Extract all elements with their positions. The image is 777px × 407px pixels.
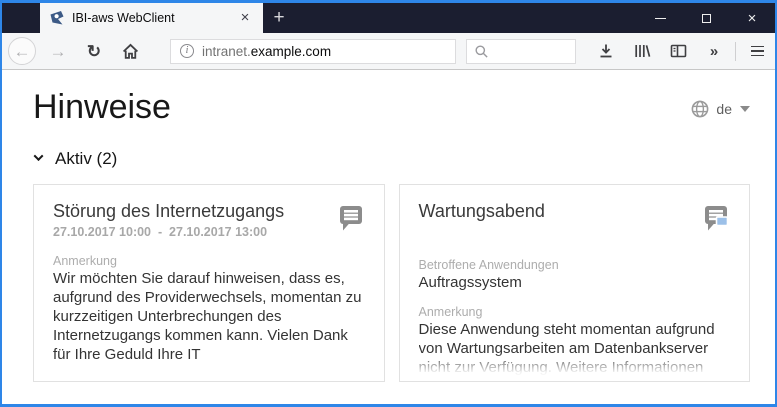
page-content: Hinweise de Aktiv (2) Störung des Intern… bbox=[2, 70, 775, 404]
tab-strip: IBI-aws WebClient × + bbox=[40, 3, 295, 33]
tab-ibi-aws-webclient[interactable]: IBI-aws WebClient × bbox=[40, 3, 263, 33]
home-button[interactable] bbox=[116, 37, 144, 65]
overflow-icon: » bbox=[709, 42, 719, 60]
maximize-icon bbox=[701, 13, 711, 23]
forward-button[interactable]: → bbox=[44, 37, 72, 65]
window-controls: × bbox=[637, 3, 775, 33]
field-label: Betroffene Anwendungen bbox=[418, 258, 559, 272]
toolbar-separator bbox=[735, 41, 736, 61]
section-label: Aktiv (2) bbox=[55, 149, 118, 168]
tab-title: IBI-aws WebClient bbox=[72, 11, 175, 25]
nav-toolbar: ← → ↻ i intranet.example.com » bbox=[2, 33, 775, 70]
reload-button[interactable]: ↻ bbox=[80, 37, 108, 65]
chevron-down-icon bbox=[33, 151, 44, 162]
notice-card-internetzugang[interactable]: Störung des Internetzugangs 27.10.2017 1… bbox=[33, 184, 385, 382]
card-title: Wartungsabend bbox=[418, 201, 545, 221]
tab-close-icon[interactable]: × bbox=[236, 9, 254, 27]
hamburger-icon bbox=[750, 45, 764, 57]
notice-cards: Störung des Internetzugangs 27.10.2017 1… bbox=[33, 184, 750, 382]
card-header: Wartungsabend bbox=[419, 201, 731, 233]
home-icon bbox=[122, 43, 138, 59]
downloads-button[interactable] bbox=[592, 37, 620, 65]
back-icon: ← bbox=[8, 37, 36, 65]
library-button[interactable] bbox=[628, 37, 656, 65]
field-label: Anmerkung bbox=[418, 305, 483, 319]
titlebar: IBI-aws WebClient × + × bbox=[2, 3, 775, 33]
favicon-icon bbox=[50, 11, 64, 25]
field-text: Auftragssystem bbox=[418, 274, 522, 291]
notice-card-wartungsabend[interactable]: Wartungsabend Betroffene Anwendungen Auf… bbox=[398, 184, 750, 382]
search-icon bbox=[475, 44, 488, 58]
globe-icon bbox=[692, 100, 709, 117]
sidebar-icon bbox=[670, 44, 686, 58]
page-header: Hinweise de bbox=[33, 84, 750, 127]
library-icon bbox=[634, 45, 650, 57]
search-input[interactable] bbox=[466, 38, 576, 64]
browser-window: IBI-aws WebClient × + × ← → ↻ i intranet… bbox=[0, 0, 777, 407]
language-code: de bbox=[716, 100, 732, 117]
maximize-button[interactable] bbox=[683, 3, 729, 33]
minimize-icon bbox=[654, 17, 666, 19]
url-domain: example.com bbox=[250, 43, 332, 59]
chevron-down-icon bbox=[740, 105, 750, 112]
overflow-menu-button[interactable]: » bbox=[700, 37, 728, 65]
minimize-button[interactable] bbox=[637, 3, 683, 33]
reload-icon: ↻ bbox=[86, 41, 102, 61]
card-date-range: 27.10.2017 10:00 - 27.10.2017 13:00 bbox=[53, 225, 268, 239]
page-title: Hinweise bbox=[33, 88, 171, 126]
url-text[interactable]: intranet.example.com bbox=[202, 44, 331, 59]
message-icon bbox=[339, 206, 362, 231]
new-tab-button[interactable]: + bbox=[263, 3, 295, 33]
field-text: Wir möchten Sie darauf hinweisen, dass e… bbox=[53, 270, 362, 363]
card-header: Störung des Internetzugangs 27.10.2017 1… bbox=[53, 201, 365, 239]
url-bar[interactable]: i intranet.example.com bbox=[170, 38, 456, 64]
info-icon[interactable]: i bbox=[180, 44, 194, 58]
field-text-truncated: Diese Anwendung steht momentan aufgrund … bbox=[418, 320, 731, 377]
card-title-block: Störung des Internetzugangs 27.10.2017 1… bbox=[53, 201, 284, 239]
section-header-aktiv[interactable]: Aktiv (2) bbox=[33, 149, 750, 169]
message-attachment-icon bbox=[705, 206, 729, 231]
close-icon: × bbox=[747, 9, 757, 27]
back-button[interactable]: ← bbox=[8, 37, 36, 65]
url-subdomain: intranet. bbox=[202, 43, 251, 59]
close-button[interactable]: × bbox=[729, 3, 775, 33]
field-label: Anmerkung bbox=[53, 254, 117, 268]
forward-icon: → bbox=[49, 41, 67, 61]
language-selector[interactable]: de bbox=[690, 99, 750, 119]
card-title: Störung des Internetzugangs bbox=[53, 201, 285, 221]
menu-button[interactable] bbox=[743, 37, 771, 65]
download-icon bbox=[600, 44, 612, 58]
sidebar-toggle-button[interactable] bbox=[664, 37, 692, 65]
